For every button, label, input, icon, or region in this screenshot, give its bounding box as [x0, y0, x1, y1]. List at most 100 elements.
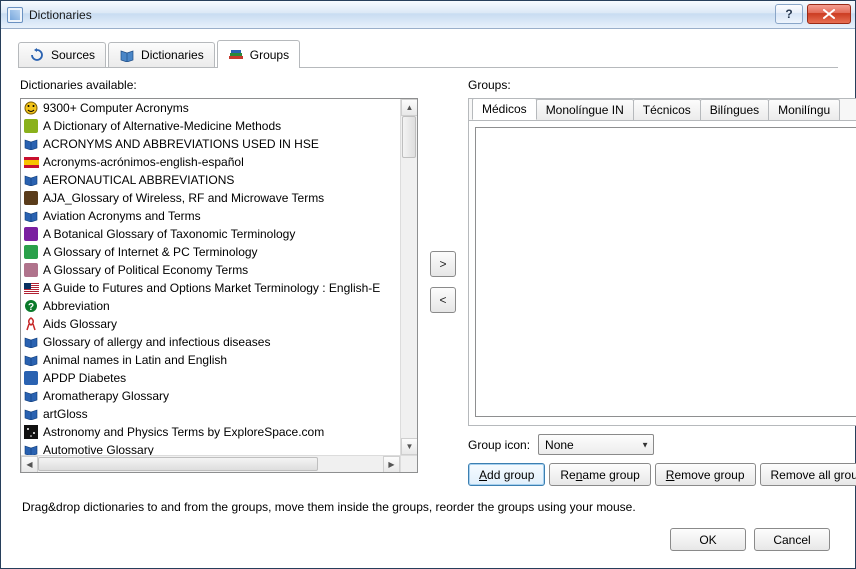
list-item[interactable]: 9300+ Computer Acronyms — [21, 99, 400, 117]
horizontal-scroll-thumb[interactable] — [38, 457, 318, 471]
list-item[interactable]: ? Abbreviation — [21, 297, 400, 315]
close-button[interactable] — [807, 4, 851, 24]
list-item-label: Aviation Acronyms and Terms — [43, 207, 201, 225]
book-icon — [23, 136, 39, 152]
smiley-icon — [23, 100, 39, 116]
cancel-button[interactable]: Cancel — [754, 528, 830, 551]
list-item[interactable]: Aromatherapy Glossary — [21, 387, 400, 405]
rename-group-button[interactable]: Rename group — [549, 463, 650, 486]
help-button[interactable]: ? — [775, 4, 803, 24]
scrollbar-corner — [400, 455, 417, 472]
book-icon — [23, 442, 39, 455]
list-item-label: AJA_Glossary of Wireless, RF and Microwa… — [43, 189, 324, 207]
disc-icon — [23, 190, 39, 206]
list-item-label: Aromatherapy Glossary — [43, 387, 169, 405]
group-tab-3[interactable]: Bilíngues — [700, 99, 769, 120]
leaf-icon — [23, 118, 39, 134]
scroll-up-button[interactable]: ▲ — [401, 99, 418, 116]
tab-dictionaries-label: Dictionaries — [141, 48, 204, 62]
diamond-icon — [23, 370, 39, 386]
list-item-label: artGloss — [43, 405, 88, 423]
globe-icon — [23, 244, 39, 260]
flag-us-icon — [23, 280, 39, 296]
tab-groups[interactable]: Groups — [217, 40, 300, 68]
list-item[interactable]: ACRONYMS AND ABBREVIATIONS USED IN HSE — [21, 135, 400, 153]
list-item-label: Animal names in Latin and English — [43, 351, 227, 369]
refresh-icon — [29, 47, 45, 63]
list-item[interactable]: Astronomy and Physics Terms by ExploreSp… — [21, 423, 400, 441]
remove-all-groups-button[interactable]: Remove all groups — [760, 463, 856, 486]
horizontal-scrollbar[interactable]: ◀ ▶ — [21, 455, 400, 472]
list-item-label: AERONAUTICAL ABBREVIATIONS — [43, 171, 234, 189]
group-tab-4[interactable]: Monilíngu — [768, 99, 840, 120]
dictionaries-dialog: Dictionaries ? Sources Dictionaries — [0, 0, 856, 569]
list-item[interactable]: A Glossary of Internet & PC Terminology — [21, 243, 400, 261]
book-icon — [23, 172, 39, 188]
group-tab-0[interactable]: Médicos — [472, 98, 537, 120]
list-item[interactable]: Acronyms-acrónimos-english-español — [21, 153, 400, 171]
tab-groups-label: Groups — [250, 48, 289, 62]
move-left-button[interactable]: < — [430, 287, 456, 313]
scroll-right-button[interactable]: ▶ — [383, 456, 400, 473]
list-item[interactable]: A Glossary of Political Economy Terms — [21, 261, 400, 279]
list-item[interactable]: Automotive Glossary — [21, 441, 400, 455]
list-item[interactable]: A Guide to Futures and Options Market Te… — [21, 279, 400, 297]
list-item-label: Aids Glossary — [43, 315, 117, 333]
vertical-scroll-thumb[interactable] — [402, 116, 416, 158]
scroll-left-button[interactable]: ◀ — [21, 456, 38, 473]
list-item[interactable]: Aids Glossary — [21, 315, 400, 333]
main-tabstrip: Sources Dictionaries Groups — [18, 40, 838, 68]
hint-text: Drag&drop dictionaries to and from the g… — [22, 500, 834, 514]
group-tab-1[interactable]: Monolíngue IN — [536, 99, 634, 120]
list-item[interactable]: AERONAUTICAL ABBREVIATIONS — [21, 171, 400, 189]
group-icon-label: Group icon: — [468, 438, 530, 452]
move-right-button[interactable]: > — [430, 251, 456, 277]
doc-icon — [23, 262, 39, 278]
svg-text:?: ? — [28, 302, 34, 313]
ok-button[interactable]: OK — [670, 528, 746, 551]
books-stack-icon — [228, 47, 244, 63]
space-icon — [23, 424, 39, 440]
add-group-button[interactable]: Add group — [468, 463, 545, 486]
group-tab-2[interactable]: Técnicos — [633, 99, 701, 120]
list-item-label: A Glossary of Political Economy Terms — [43, 261, 248, 279]
list-item[interactable]: Aviation Acronyms and Terms — [21, 207, 400, 225]
list-item[interactable]: AJA_Glossary of Wireless, RF and Microwa… — [21, 189, 400, 207]
groups-label: Groups: — [468, 78, 856, 92]
remove-group-button[interactable]: Remove group — [655, 463, 756, 486]
book-icon — [23, 406, 39, 422]
tab-dictionaries[interactable]: Dictionaries — [108, 42, 215, 67]
scroll-down-button[interactable]: ▼ — [401, 438, 418, 455]
ribbon-icon — [23, 316, 39, 332]
group-icon-value: None — [545, 438, 574, 452]
vertical-scrollbar[interactable]: ▲ ▼ — [400, 99, 417, 455]
question-icon: ? — [23, 298, 39, 314]
available-dictionaries-list[interactable]: 9300+ Computer AcronymsA Dictionary of A… — [20, 98, 418, 473]
groups-panel: Médicos Monolíngue IN Técnicos Bilíngues… — [468, 98, 856, 426]
window-title: Dictionaries — [29, 8, 92, 22]
list-item[interactable]: A Dictionary of Alternative-Medicine Met… — [21, 117, 400, 135]
list-item-label: Abbreviation — [43, 297, 110, 315]
list-item-label: Glossary of allergy and infectious disea… — [43, 333, 270, 351]
list-item-label: Astronomy and Physics Terms by ExploreSp… — [43, 423, 324, 441]
group-icon-dropdown[interactable]: None ▼ — [538, 434, 654, 455]
list-item-label: A Guide to Futures and Options Market Te… — [43, 279, 380, 297]
book-icon — [23, 208, 39, 224]
list-item-label: ACRONYMS AND ABBREVIATIONS USED IN HSE — [43, 135, 319, 153]
list-item[interactable]: Animal names in Latin and English — [21, 351, 400, 369]
list-item[interactable]: Glossary of allergy and infectious disea… — [21, 333, 400, 351]
group-content-list[interactable] — [475, 127, 856, 417]
flag-es-icon — [23, 154, 39, 170]
list-item[interactable]: artGloss — [21, 405, 400, 423]
book-icon — [23, 334, 39, 350]
chevron-down-icon: ▼ — [641, 440, 649, 449]
list-item-label: Acronyms-acrónimos-english-español — [43, 153, 244, 171]
groups-tabstrip: Médicos Monolíngue IN Técnicos Bilíngues… — [469, 99, 856, 121]
book-icon — [23, 352, 39, 368]
list-item[interactable]: A Botanical Glossary of Taxonomic Termin… — [21, 225, 400, 243]
tab-sources-label: Sources — [51, 48, 95, 62]
list-item[interactable]: APDP Diabetes — [21, 369, 400, 387]
app-icon — [7, 7, 23, 23]
tab-sources[interactable]: Sources — [18, 42, 106, 67]
titlebar: Dictionaries ? — [1, 1, 855, 29]
